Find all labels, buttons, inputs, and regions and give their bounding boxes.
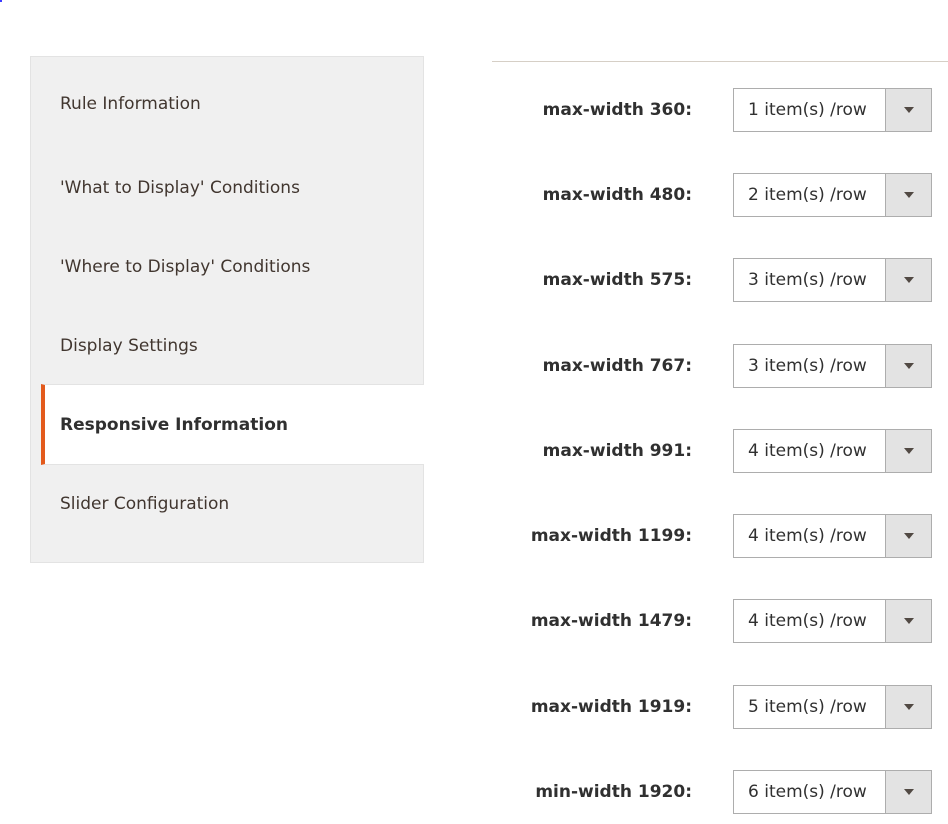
items-per-row-select[interactable]: 6 item(s) /row xyxy=(733,770,932,814)
chevron-down-icon xyxy=(903,192,914,198)
field-row-min-width-1920: min-width 1920: 6 item(s) /row xyxy=(492,770,948,814)
tab-where-to-display-conditions[interactable]: 'Where to Display' Conditions xyxy=(31,227,423,306)
chevron-down-icon xyxy=(903,618,914,624)
items-per-row-select[interactable]: 2 item(s) /row xyxy=(733,173,932,217)
dropdown-button[interactable] xyxy=(885,174,931,216)
tab-label: Rule Information xyxy=(60,94,201,114)
items-per-row-select[interactable]: 4 item(s) /row xyxy=(733,514,932,558)
tab-label: 'What to Display' Conditions xyxy=(60,177,300,198)
tab-label: Responsive Information xyxy=(60,414,288,435)
tab-label: 'Where to Display' Conditions xyxy=(60,256,311,277)
dropdown-button[interactable] xyxy=(885,89,931,131)
field-row-max-width-360: max-width 360: 1 item(s) /row xyxy=(492,88,948,132)
dropdown-button[interactable] xyxy=(885,600,931,642)
select-value: 5 item(s) /row xyxy=(748,697,867,717)
chevron-down-icon xyxy=(903,704,914,710)
field-label: max-width 767: xyxy=(542,356,692,376)
chevron-down-icon xyxy=(903,277,914,283)
field-row-max-width-575: max-width 575: 3 item(s) /row xyxy=(492,258,948,302)
select-value: 2 item(s) /row xyxy=(748,185,867,205)
dropdown-button[interactable] xyxy=(885,686,931,728)
field-label: max-width 1199: xyxy=(530,526,692,546)
chevron-down-icon xyxy=(903,789,914,795)
items-per-row-select[interactable]: 4 item(s) /row xyxy=(733,599,932,643)
chevron-down-icon xyxy=(903,363,914,369)
select-value: 4 item(s) /row xyxy=(748,441,867,461)
select-value: 4 item(s) /row xyxy=(748,611,867,631)
select-value: 4 item(s) /row xyxy=(748,526,867,546)
dropdown-button[interactable] xyxy=(885,430,931,472)
dropdown-button[interactable] xyxy=(885,771,931,813)
field-row-max-width-1199: max-width 1199: 4 item(s) /row xyxy=(492,514,948,558)
field-row-max-width-1919: max-width 1919: 5 item(s) /row xyxy=(492,685,948,729)
chevron-down-icon xyxy=(903,533,914,539)
tab-what-to-display-conditions[interactable]: 'What to Display' Conditions xyxy=(31,148,423,227)
items-per-row-select[interactable]: 3 item(s) /row xyxy=(733,344,932,388)
tab-display-settings[interactable]: Display Settings xyxy=(31,306,423,385)
dropdown-button[interactable] xyxy=(885,345,931,387)
tab-label: Display Settings xyxy=(60,335,198,356)
tabs-sidebar: Rule Information 'What to Display' Condi… xyxy=(30,56,424,563)
tab-label: Slider Configuration xyxy=(60,494,230,514)
field-label: max-width 575: xyxy=(542,270,692,290)
items-per-row-select[interactable]: 3 item(s) /row xyxy=(733,258,932,302)
field-label: max-width 360: xyxy=(542,100,692,120)
field-row-max-width-480: max-width 480: 2 item(s) /row xyxy=(492,173,948,217)
items-per-row-select[interactable]: 4 item(s) /row xyxy=(733,429,932,473)
field-label: max-width 480: xyxy=(542,185,692,205)
items-per-row-select[interactable]: 5 item(s) /row xyxy=(733,685,932,729)
field-label: max-width 1919: xyxy=(530,697,692,717)
corner-marker xyxy=(0,0,2,2)
field-row-max-width-1479: max-width 1479: 4 item(s) /row xyxy=(492,599,948,643)
field-row-max-width-991: max-width 991: 4 item(s) /row xyxy=(492,429,948,473)
tab-slider-configuration[interactable]: Slider Configuration xyxy=(31,464,423,562)
tab-rule-information[interactable]: Rule Information xyxy=(31,57,423,148)
items-per-row-select[interactable]: 1 item(s) /row xyxy=(733,88,932,132)
select-value: 3 item(s) /row xyxy=(748,356,867,376)
field-label: max-width 991: xyxy=(542,441,692,461)
field-row-max-width-767: max-width 767: 3 item(s) /row xyxy=(492,344,948,388)
field-label: max-width 1479: xyxy=(530,611,692,631)
tab-responsive-information[interactable]: Responsive Information xyxy=(41,384,424,465)
select-value: 1 item(s) /row xyxy=(748,100,867,120)
chevron-down-icon xyxy=(903,448,914,454)
section-divider xyxy=(492,61,948,62)
select-value: 3 item(s) /row xyxy=(748,270,867,290)
chevron-down-icon xyxy=(903,107,914,113)
select-value: 6 item(s) /row xyxy=(748,782,867,802)
dropdown-button[interactable] xyxy=(885,259,931,301)
field-label: min-width 1920: xyxy=(535,782,692,802)
dropdown-button[interactable] xyxy=(885,515,931,557)
